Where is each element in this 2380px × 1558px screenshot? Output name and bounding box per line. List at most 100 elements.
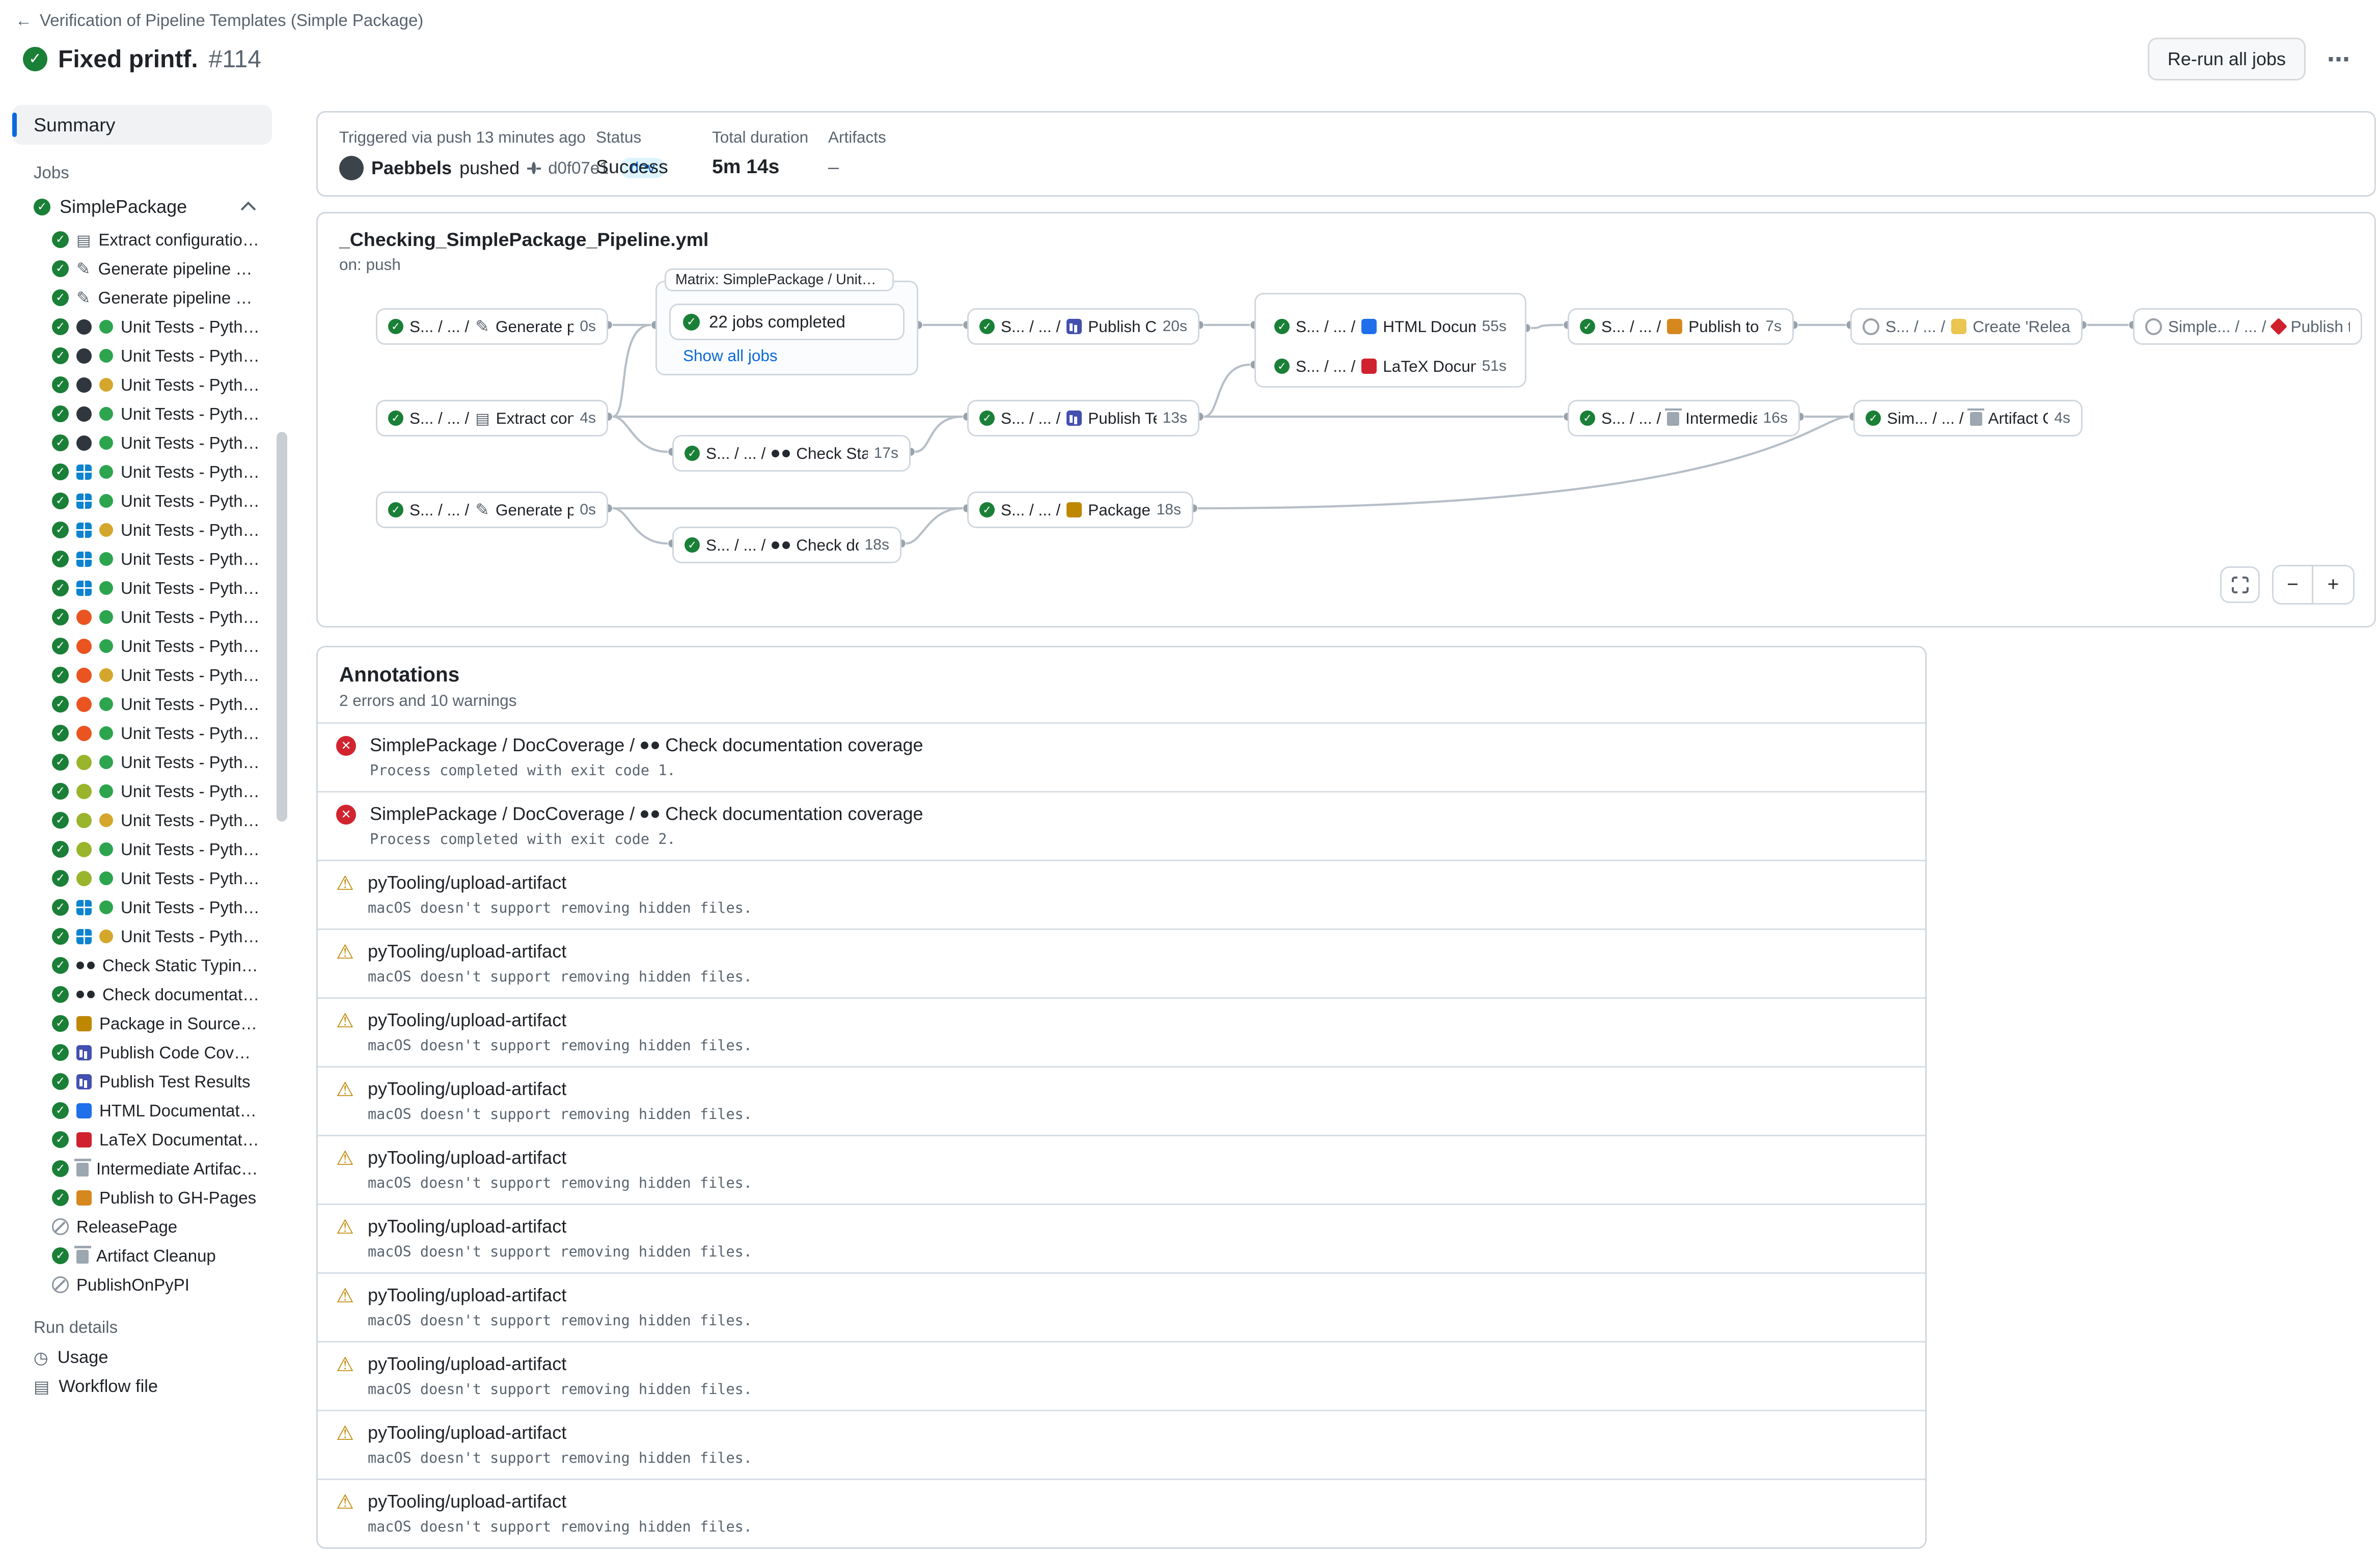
sidebar-job-item[interactable]: Unit Tests - Python 3.13 <box>12 719 272 748</box>
sidebar-job-item[interactable]: Publish Test Results <box>12 1067 272 1096</box>
sidebar-scrollbar[interactable] <box>272 93 296 1558</box>
workflow-node-pkg[interactable]: S... / ... /Package in Sou...18s <box>967 491 1193 528</box>
scrollbar-thumb[interactable] <box>277 432 287 822</box>
sidebar-job-item[interactable]: ReleasePage <box>12 1212 272 1241</box>
annotation-warning: ⚠pyTooling/upload-artifactmacOS doesn't … <box>318 1410 1925 1479</box>
sidebar-job-item[interactable]: Extract configurations from p... <box>12 225 272 254</box>
annotation-title[interactable]: pyTooling/upload-artifact <box>368 1216 752 1237</box>
sidebar-job-item[interactable]: Unit Tests - Python 3.11 <box>12 515 272 544</box>
sidebar-job-item[interactable]: Check documentation covera... <box>12 980 272 1009</box>
sidebar-job-item[interactable]: PublishOnPyPI <box>12 1270 272 1299</box>
sidebar-job-item[interactable]: Generate pipeline parameters <box>12 283 272 312</box>
sidebar-item-workflow-file[interactable]: ▤ Workflow file <box>12 1372 272 1401</box>
matrix-jobs-node[interactable]: 22 jobs completed <box>669 304 905 340</box>
sidebar-job-item[interactable]: Unit Tests - Python 3.9 <box>12 457 272 486</box>
annotation-title[interactable]: pyTooling/upload-artifact <box>368 1491 752 1512</box>
workflow-node-gen2[interactable]: S... / ... /Generate pipelin...0s <box>376 491 608 528</box>
sidebar-job-item[interactable]: Publish to GH-Pages <box>12 1183 272 1212</box>
chevron-up-icon[interactable] <box>241 202 256 217</box>
success-icon <box>52 841 69 858</box>
show-all-jobs-link[interactable]: Show all jobs <box>683 346 778 365</box>
workflow-node-html[interactable]: S... / ... /HTML Docume...55s <box>1264 308 1517 345</box>
warning-icon: ⚠ <box>336 942 354 962</box>
annotation-title[interactable]: pyTooling/upload-artifact <box>368 1078 752 1100</box>
ubuntu-icon <box>76 610 92 625</box>
workflow-node-pypi[interactable]: Simple... / ... /Publish to PyPI <box>2133 308 2362 345</box>
workflow-node-cst[interactable]: S... / ... /Check Static Ty...17s <box>672 435 911 472</box>
sidebar-job-item[interactable]: Unit Tests - Python 3.10 <box>12 486 272 515</box>
sidebar-job-item[interactable]: Unit Tests - Python 3.10 <box>12 632 272 661</box>
sidebar-job-item[interactable]: Unit Tests - Python 3.13 <box>12 864 272 893</box>
annotation-title[interactable]: pyTooling/upload-artifact <box>368 872 752 893</box>
workflow-graph-card: _Checking_SimplePackage_Pipeline.yml on:… <box>316 212 2376 627</box>
sidebar-job-item[interactable]: Unit Tests - Python 3.12 <box>12 893 272 922</box>
node-label: Check Static Ty... <box>796 444 867 463</box>
workflow-graph-canvas[interactable]: Matrix: SimplePackage / UnitTest... 22 j… <box>318 213 2374 626</box>
sidebar-job-item[interactable]: Check Static Typing using Pyt... <box>12 951 272 980</box>
sidebar-job-item[interactable]: Unit Tests - Python 3.9 <box>12 312 272 341</box>
sidebar-job-item[interactable]: Unit Tests - Python 3.11 <box>12 661 272 690</box>
annotation-title[interactable]: SimplePackage / DocCoverage /Check docum… <box>370 803 923 825</box>
annotation-title[interactable]: pyTooling/upload-artifact <box>368 1284 752 1306</box>
success-icon <box>52 1015 69 1032</box>
workflow-node-rel[interactable]: S... / ... /Create 'Release Pa... <box>1850 308 2083 345</box>
annotation-title[interactable]: pyTooling/upload-artifact <box>368 1353 752 1375</box>
breadcrumb[interactable]: ← Verification of Pipeline Templates (Si… <box>0 0 2380 30</box>
windows-icon <box>76 929 92 944</box>
sidebar-job-item[interactable]: Unit Tests - Python 3.12 <box>12 922 272 951</box>
main-panel: Triggered via push 13 minutes ago Paebbe… <box>296 93 2380 1558</box>
workflow-node-cdc[interactable]: S... / ... /Check docume...18s <box>672 527 901 563</box>
workflow-node-iac[interactable]: S... / ... /Intermediate A...16s <box>1568 400 1800 436</box>
annotation-body: pyTooling/upload-artifactmacOS doesn't s… <box>368 941 752 985</box>
sidebar-job-item[interactable]: Unit Tests - Python 3.12 <box>12 690 272 719</box>
annotation-title[interactable]: SimplePackage / DocCoverage /Check docum… <box>370 734 923 756</box>
sidebar-job-item[interactable]: Unit Tests - Python 3.12 <box>12 835 272 864</box>
sidebar-job-item[interactable]: Intermediate Artifact Cleanup <box>12 1154 272 1183</box>
rerun-all-jobs-button[interactable]: Re-run all jobs <box>2148 38 2306 80</box>
sidebar-job-item[interactable]: Unit Tests - Python 3.12 <box>12 544 272 573</box>
job-label: Unit Tests - Python 3.11 <box>121 375 272 395</box>
workflow-node-ghp[interactable]: S... / ... /Publish to GH-P...7s <box>1568 308 1794 345</box>
sidebar-job-item[interactable]: Unit Tests - Python 3.13 <box>12 573 272 603</box>
job-label: Unit Tests - Python 3.10 <box>121 782 272 801</box>
sidebar-job-item[interactable]: Unit Tests - Python 3.11 <box>12 370 272 399</box>
sidebar-job-item[interactable]: Unit Tests - Python 3.10 <box>12 341 272 370</box>
sidebar-job-item[interactable]: Unit Tests - Python 3.13 <box>12 428 272 457</box>
back-arrow-icon[interactable]: ← <box>15 11 32 30</box>
kebab-menu-button[interactable]: ⋯ <box>2318 43 2359 76</box>
annotation-warning: ⚠pyTooling/upload-artifactmacOS doesn't … <box>318 997 1925 1066</box>
zoom-out-button[interactable]: − <box>2274 566 2313 603</box>
workflow-node-gen1[interactable]: S... / ... /Generate pipelin...0s <box>376 308 608 345</box>
annotation-title[interactable]: pyTooling/upload-artifact <box>368 1009 752 1031</box>
sidebar-job-item[interactable]: Artifact Cleanup <box>12 1241 272 1270</box>
sidebar-job-item[interactable]: Publish Code Coverage Results <box>12 1038 272 1067</box>
success-icon <box>1274 319 1290 334</box>
sidebar-job-item[interactable]: Unit Tests - Python 3.9 <box>12 603 272 632</box>
avatar[interactable] <box>339 156 364 180</box>
actor-name[interactable]: Paebbels <box>371 157 452 179</box>
sidebar-job-item[interactable]: Unit Tests - Python 3.12 <box>12 399 272 428</box>
job-label: ReleasePage <box>76 1217 272 1237</box>
breadcrumb-label[interactable]: Verification of Pipeline Templates (Simp… <box>40 11 423 30</box>
fullscreen-button[interactable] <box>2220 566 2260 603</box>
sidebar-item-usage[interactable]: ◷ Usage <box>12 1343 272 1372</box>
workflow-node-extract[interactable]: S... / ... /Extract configur...4s <box>376 400 608 436</box>
sidebar-job-item[interactable]: Package in Source and Wheel... <box>12 1009 272 1038</box>
annotation-title[interactable]: pyTooling/upload-artifact <box>368 941 752 962</box>
workflow-node-ac[interactable]: Sim... / ... /Artifact Cleanup4s <box>1853 400 2083 436</box>
sidebar-group-simplepackage[interactable]: SimplePackage <box>12 188 272 225</box>
workflow-node-pcc[interactable]: S... / ... /Publish Code C...20s <box>967 308 1199 345</box>
annotation-title[interactable]: pyTooling/upload-artifact <box>368 1147 752 1168</box>
workflow-node-latex[interactable]: S... / ... /LaTeX Docume...51s <box>1264 348 1517 385</box>
zoom-in-button[interactable]: + <box>2313 566 2353 603</box>
annotation-title[interactable]: pyTooling/upload-artifact <box>368 1422 752 1443</box>
sidebar-job-item[interactable]: LaTeX Documentation using ... <box>12 1125 272 1154</box>
sidebar-job-item[interactable]: Unit Tests - Python 3.11 <box>12 806 272 835</box>
sidebar-job-item[interactable]: HTML Documentation using ... <box>12 1096 272 1125</box>
sidebar-job-item[interactable]: Unit Tests - Python 3.9 <box>12 748 272 777</box>
sidebar-job-item[interactable]: Unit Tests - Python 3.10 <box>12 777 272 806</box>
workflow-node-ptr[interactable]: S... / ... /Publish Test Re...13s <box>967 400 1199 436</box>
sidebar-item-summary[interactable]: Summary <box>12 105 272 145</box>
workflow-file-name[interactable]: _Checking_SimplePackage_Pipeline.yml <box>339 229 2353 251</box>
sidebar-job-item[interactable]: Generate pipeline parameters <box>12 254 272 283</box>
